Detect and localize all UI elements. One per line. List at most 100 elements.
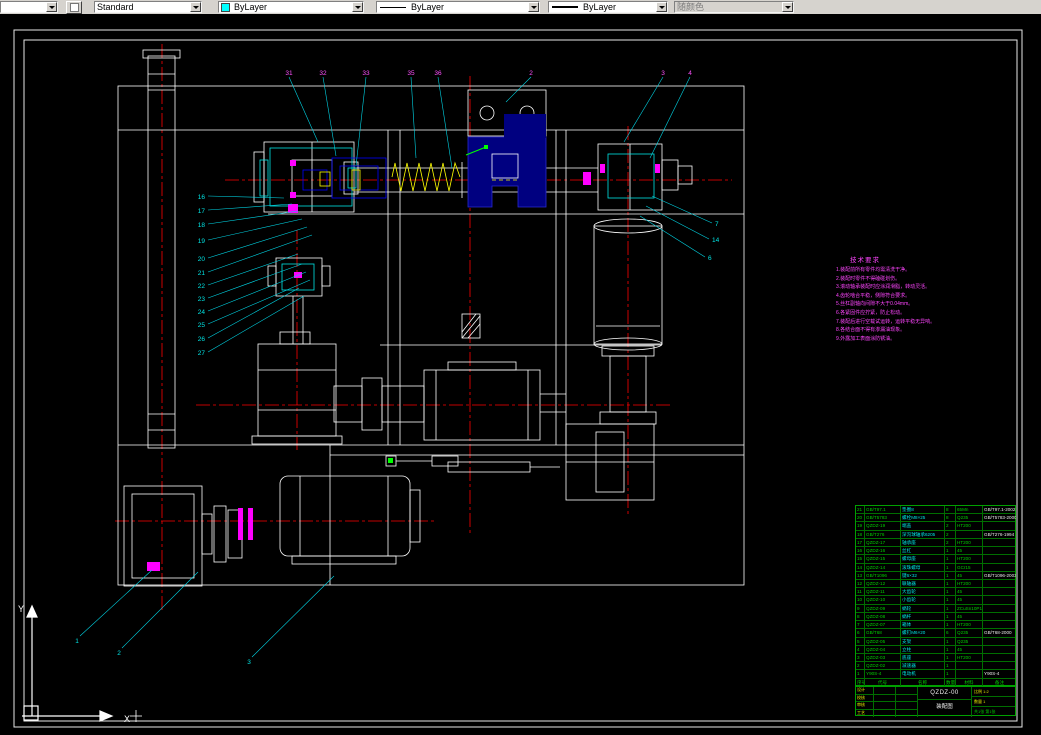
bom-cell-code: QZDZ-05: [865, 637, 901, 645]
bom-cell-num: 14: [856, 563, 865, 571]
lineweight-sample-icon: [552, 6, 578, 8]
bom-row: 9 QZDZ-09 蜗轮 1 ZCuSn10P1: [856, 604, 1016, 613]
bom-cell-num: 17: [856, 538, 865, 547]
bom-cell-name: 螺母座: [901, 555, 945, 563]
text-style-value: Standard: [97, 2, 134, 12]
bom-cell-material: ZCuSn10P1: [957, 604, 983, 612]
callout-label: 20: [198, 256, 206, 263]
color-control-combo[interactable]: ByLayer: [218, 1, 364, 13]
plotstyle-control-value: 随颜色: [677, 2, 705, 12]
bom-cell-material: 45: [956, 547, 983, 555]
bom-cell-standard: [983, 547, 1016, 554]
dropdown-arrow-icon[interactable]: [190, 2, 201, 12]
linetype-control-combo[interactable]: ByLayer: [376, 1, 540, 13]
callout-label: 2: [117, 650, 121, 657]
bom-cell-code: Y90S-4: [865, 670, 901, 678]
bom-cell-qty: 1: [945, 612, 956, 621]
callout-label: 35: [407, 70, 415, 77]
bom-cell-num: 21: [856, 506, 865, 514]
bom-cell-qty: 6: [945, 629, 956, 637]
bom-cell-standard: GB/T5783-2000: [984, 515, 1016, 521]
bom-cell-material: [956, 530, 983, 538]
bom-cell-num: 6: [856, 629, 865, 637]
dropdown-arrow-icon[interactable]: [528, 2, 539, 12]
dropdown-arrow-icon[interactable]: [46, 2, 57, 12]
lineweight-control-value: ByLayer: [583, 2, 617, 12]
callout-label: 23: [198, 296, 206, 303]
callout-label: 19: [198, 238, 206, 245]
bom-cell-name: 大齿轮: [901, 588, 945, 596]
bom-row: 10 QZDZ-10 小齿轮 1 45: [856, 596, 1016, 605]
drawing-canvas[interactable]: 31 32 33 35 36 2 3 4 16 17 18 19 20 21 2…: [0, 14, 1041, 735]
tech-requirement-line: 2.装配时零件不得磕碰划伤。: [836, 275, 901, 282]
drawing-number: QZDZ-00: [918, 687, 971, 700]
bom-cell-code: GB/T97.1: [865, 506, 901, 514]
tech-requirements-title: 技术要求: [850, 257, 880, 264]
bom-cell-code: QZDZ-12: [865, 579, 901, 588]
bom-row: 4 QZDZ-04 立柱 1 45: [856, 645, 1015, 654]
bom-row: 15 QZDZ-15 螺母座 1 HT200: [856, 555, 1015, 564]
title-block-signatures: 设计 校核 审核 工艺: [856, 687, 918, 717]
lineweight-control-combo[interactable]: ByLayer: [548, 1, 668, 13]
bom-row: 13 GB/T1096 键6×32 1 45 GB/T1096-2003: [856, 571, 1016, 580]
object-properties-toolbar: Standard ByLayer ByLayer ByLayer 随颜色: [0, 0, 1041, 15]
callout-label: 31: [285, 70, 293, 77]
tech-requirements-note: 技术要求 1.装配前所有零件均需清洗干净。 2.装配时零件不得磕碰划伤。 3.滚…: [836, 254, 966, 343]
title-block-label: 设计: [856, 687, 874, 694]
bom-cell-qty: 1: [945, 579, 956, 588]
color-swatch-icon: [221, 2, 230, 12]
bom-cell-material: 45: [956, 571, 983, 579]
bom-cell-standard: [983, 662, 1016, 669]
bom-cell-qty: 1: [945, 637, 956, 645]
bom-row: 6 GB/T68 螺钉M6×20 6 Q235 GB/T68-2000: [856, 629, 1015, 638]
linetype-control-value: ByLayer: [411, 2, 445, 12]
bom-cell-num: 10: [856, 596, 865, 604]
bom-header-material: 材料: [956, 678, 983, 686]
callout-label: 21: [198, 270, 206, 277]
bom-cell-standard: GB/T97.1-2002: [984, 507, 1016, 512]
dropdown-arrow-icon: [782, 2, 793, 12]
bom-header-qty: 数量: [946, 678, 956, 686]
dropdown-arrow-icon[interactable]: [656, 2, 667, 12]
bom-cell-standard: [983, 564, 1016, 571]
bom-cell-name: 键6×32: [901, 571, 945, 579]
bom-header-name: 名称: [901, 678, 945, 686]
bom-cell-code: QZDZ-11: [865, 588, 901, 596]
bom-cell-name: 减速器: [901, 662, 945, 670]
tech-requirement-line: 3.滚动轴承装配时应涂润滑脂，转动灵活。: [836, 284, 931, 291]
bom-row: 16 QZDZ-16 丝杠 1 45: [856, 547, 1016, 556]
bom-row: 18 GB/T276 深沟球轴承6205 2 GB/T276-1994: [856, 530, 1015, 539]
bom-cell-qty: 1: [945, 555, 956, 563]
bom-cell-standard: [983, 654, 1016, 661]
callout-label: 27: [198, 350, 206, 357]
bom-cell-num: 12: [856, 579, 865, 588]
bom-cell-name: 支架: [901, 637, 945, 645]
bom-cell-code: QZDZ-09: [865, 604, 901, 612]
dropdown-arrow-icon[interactable]: [352, 2, 363, 12]
bom-cell-standard: [983, 539, 1016, 546]
bom-row: 1 Y90S-4 电动机 1 Y90S-4: [856, 670, 1015, 679]
bom-cell-qty: 1: [945, 596, 956, 604]
bom-row: 8 QZDZ-08 蜗杆 1 45: [856, 612, 1015, 622]
bom-cell-num: 11: [856, 588, 865, 596]
bom-cell-material: Q235: [956, 637, 983, 645]
bom-row: 20 GB/T5783 螺栓M8×25 8 Q235 GB/T5783-2000: [856, 514, 1016, 523]
layer-combo-partial[interactable]: [0, 1, 58, 13]
bom-row: 3 QZDZ-03 底座 1 HT200: [856, 653, 1016, 663]
bom-cell-code: QZDZ-19: [865, 522, 901, 530]
bom-cell-num: 5: [856, 637, 865, 645]
bom-cell-standard: [983, 596, 1016, 603]
bom-cell-standard: [983, 605, 1016, 612]
title-block-qty: 数量 1: [972, 697, 1015, 707]
bom-cell-num: 20: [856, 514, 865, 522]
bom-cell-qty: 1: [945, 547, 956, 555]
toolbar-button[interactable]: [66, 0, 82, 14]
callout-label: 26: [198, 336, 206, 343]
bom-cell-name: 轴承座: [901, 538, 945, 547]
bom-cell-num: 4: [856, 645, 865, 653]
text-style-combo[interactable]: Standard: [94, 1, 202, 13]
bom-cell-material: Q235: [956, 629, 983, 637]
bom-cell-name: 螺栓M8×25: [901, 514, 945, 522]
bom-cell-code: QZDZ-02: [865, 662, 901, 670]
bom-cell-num: 8: [856, 612, 865, 621]
